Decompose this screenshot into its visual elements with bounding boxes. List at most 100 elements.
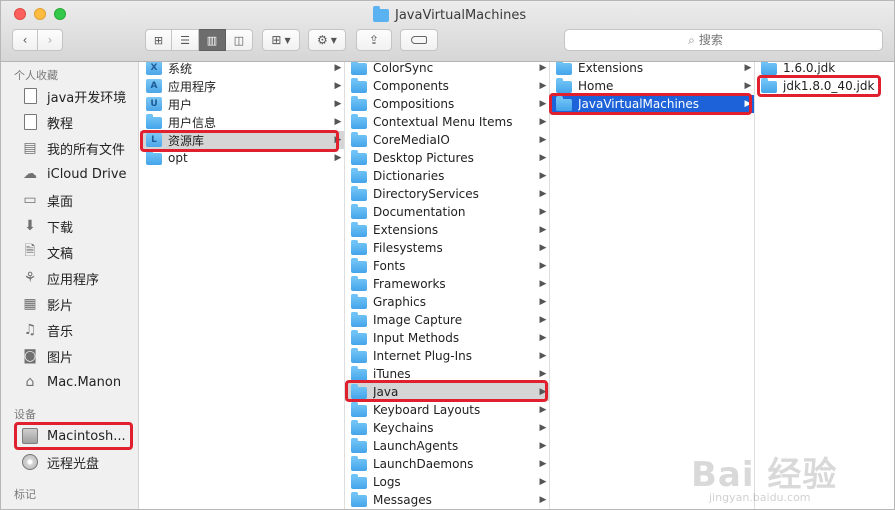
action-button[interactable]: ⚙ ▼	[308, 29, 346, 51]
chevron-right-icon: ▶	[539, 279, 547, 289]
list-item[interactable]: Extensions ▶	[550, 62, 754, 77]
chevron-right-icon: ▶	[539, 135, 547, 145]
close-window-button[interactable]	[14, 8, 26, 20]
chevron-right-icon: ▶	[539, 333, 547, 343]
sidebar-item-music[interactable]: ♫ 音乐	[21, 318, 139, 342]
sidebar-item-icloud[interactable]: ☁ iCloud Drive	[21, 162, 139, 186]
download-icon: ⬇	[24, 218, 36, 234]
list-item[interactable]: Documentation ▶	[345, 203, 549, 221]
sidebar-item-desktop[interactable]: ▭ 桌面	[21, 188, 139, 212]
folder-icon	[351, 222, 367, 237]
zoom-window-button[interactable]	[54, 8, 66, 20]
list-item[interactable]: Internet Plug-Ins ▶	[345, 347, 549, 365]
sidebar-item-all-files[interactable]: ▤ 我的所有文件	[21, 136, 139, 160]
folder-icon	[761, 62, 777, 75]
sidebar-item-macintosh-hd[interactable]: Macintosh...	[21, 424, 139, 448]
list-item[interactable]: Extensions ▶	[345, 221, 549, 239]
list-item[interactable]: Image Capture ▶	[345, 311, 549, 329]
icon-view-button[interactable]: ⊞	[145, 29, 172, 51]
chevron-right-icon: ▶	[539, 405, 547, 415]
watermark-logo: Bai 经验	[691, 455, 838, 495]
list-item[interactable]: ColorSync ▶	[345, 62, 549, 77]
back-button[interactable]: ‹	[12, 29, 38, 51]
list-item[interactable]: CoreMediaIO ▶	[345, 131, 549, 149]
applications-icon: ⚘	[23, 270, 37, 286]
view-mode-selector: ⊞ ☰ ▥ ◫	[145, 29, 253, 51]
search-input[interactable]	[698, 33, 759, 47]
list-item[interactable]: Contextual Menu Items ▶	[345, 113, 549, 131]
forward-button[interactable]: ›	[37, 29, 63, 51]
folder-icon	[556, 96, 572, 111]
folder-icon	[351, 150, 367, 165]
list-item-users[interactable]: U 用户 ▶	[140, 95, 344, 113]
search-field[interactable]: ⌕	[564, 29, 883, 51]
folder-icon	[351, 186, 367, 201]
minimize-window-button[interactable]	[34, 8, 46, 20]
coverflow-view-button[interactable]: ◫	[226, 29, 253, 51]
list-item-user-info[interactable]: 用户信息 ▶	[140, 113, 344, 131]
list-item[interactable]: LaunchDaemons ▶	[345, 455, 549, 473]
sidebar-item-movies[interactable]: ▦ 影片	[21, 292, 139, 316]
list-item[interactable]: Filesystems ▶	[345, 239, 549, 257]
sidebar-item-label: 我的所有文件	[47, 142, 126, 158]
list-item[interactable]: Messages ▶	[345, 491, 549, 509]
chevron-down-icon: ▼	[284, 35, 291, 45]
sidebar-item-downloads[interactable]: ⬇ 下载	[21, 214, 139, 238]
sidebar-item-label: 应用程序	[47, 272, 100, 288]
list-item[interactable]: Dictionaries ▶	[345, 167, 549, 185]
list-view-button[interactable]: ☰	[172, 29, 199, 51]
tag-button[interactable]	[400, 29, 438, 51]
chevron-right-icon: ▶	[539, 189, 547, 199]
home-icon: ⌂	[25, 374, 35, 390]
list-item-system[interactable]: X 系统 ▶	[140, 62, 344, 77]
list-item-javavirtualmachines[interactable]: JavaVirtualMachines ▶	[550, 95, 754, 113]
sidebar-item-java-env[interactable]: java开发环境	[21, 84, 139, 108]
sidebar-item-pictures[interactable]: ◙ 图片	[21, 344, 139, 368]
sidebar-item-applications[interactable]: ⚘ 应用程序	[21, 266, 139, 290]
list-item[interactable]: Keychains ▶	[345, 419, 549, 437]
search-icon: ⌕	[688, 32, 695, 47]
folder-icon	[351, 348, 367, 363]
list-item[interactable]: Keyboard Layouts ▶	[345, 401, 549, 419]
sidebar-item-label: 图片	[47, 350, 74, 366]
sidebar-item-label: 文稿	[47, 246, 74, 262]
chevron-right-icon: ▶	[539, 441, 547, 451]
pictures-icon: ◙	[23, 348, 37, 364]
arrange-button[interactable]: ⊞ ▼	[262, 29, 300, 51]
folder-icon	[351, 474, 367, 489]
chevron-down-icon: ▼	[330, 35, 337, 45]
folder-icon	[146, 150, 162, 165]
folder-icon	[351, 294, 367, 309]
list-item[interactable]: Graphics ▶	[345, 293, 549, 311]
list-item-jdk18[interactable]: jdk1.8.0_40.jdk	[755, 77, 894, 95]
list-item-jdk16[interactable]: 1.6.0.jdk	[755, 62, 894, 77]
list-item[interactable]: Compositions ▶	[345, 95, 549, 113]
chevron-right-icon: ▶	[539, 117, 547, 127]
column-java: Extensions ▶ Home ▶ JavaVirtualMachines ▶	[550, 62, 755, 509]
list-item[interactable]: iTunes ▶	[345, 365, 549, 383]
sidebar-item-documents[interactable]: 🗎 文稿	[21, 240, 139, 264]
chevron-right-icon: ▶	[539, 477, 547, 487]
list-item[interactable]: Components ▶	[345, 77, 549, 95]
list-item[interactable]: Home ▶	[550, 77, 754, 95]
list-item-java[interactable]: Java ▶	[345, 383, 549, 401]
list-item[interactable]: Frameworks ▶	[345, 275, 549, 293]
sidebar-item-remote-disc[interactable]: 远程光盘	[21, 450, 139, 474]
sidebar-item-label: 教程	[47, 116, 74, 132]
column-view-button[interactable]: ▥	[199, 29, 226, 51]
share-button[interactable]: ⇪	[356, 29, 392, 51]
list-item[interactable]: Fonts ▶	[345, 257, 549, 275]
list-item[interactable]: Desktop Pictures ▶	[345, 149, 549, 167]
list-item-applications[interactable]: A 应用程序 ▶	[140, 77, 344, 95]
sidebar-item-label: 桌面	[47, 194, 74, 210]
sidebar-item-home[interactable]: ⌂ Mac.Manon	[21, 370, 139, 394]
chevron-right-icon: ▶	[539, 387, 547, 397]
list-item-library[interactable]: L 资源库 ▶	[140, 131, 344, 149]
sidebar-item-tutorials[interactable]: 教程	[21, 110, 139, 134]
list-item[interactable]: Input Methods ▶	[345, 329, 549, 347]
list-item[interactable]: Logs ▶	[345, 473, 549, 491]
window-title: JavaVirtualMachines	[373, 5, 526, 25]
list-item[interactable]: DirectoryServices ▶	[345, 185, 549, 203]
list-item-opt[interactable]: opt ▶	[140, 149, 344, 167]
list-item[interactable]: LaunchAgents ▶	[345, 437, 549, 455]
